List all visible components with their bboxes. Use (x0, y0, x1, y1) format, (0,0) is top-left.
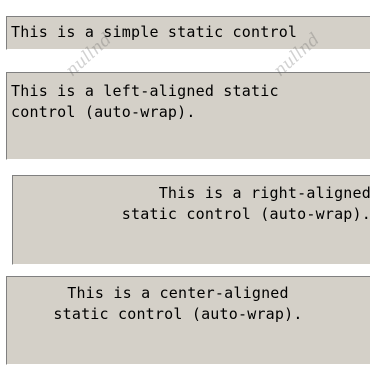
window-client-area: This is a simple static control This is … (0, 0, 370, 365)
static-control-right-aligned: This is a right-aligned static control (… (12, 175, 370, 265)
static-control-left-aligned-text: This is a left-aligned static control (a… (11, 82, 279, 121)
static-control-simple: This is a simple static control (6, 16, 370, 50)
static-control-simple-text: This is a simple static control (11, 23, 298, 41)
static-control-center-aligned: This is a center-aligned static control … (6, 276, 370, 365)
static-control-left-aligned: This is a left-aligned static control (a… (6, 72, 370, 160)
static-control-right-aligned-text: This is a right-aligned static control (… (121, 184, 370, 223)
static-control-center-aligned-text: This is a center-aligned static control … (53, 284, 303, 323)
